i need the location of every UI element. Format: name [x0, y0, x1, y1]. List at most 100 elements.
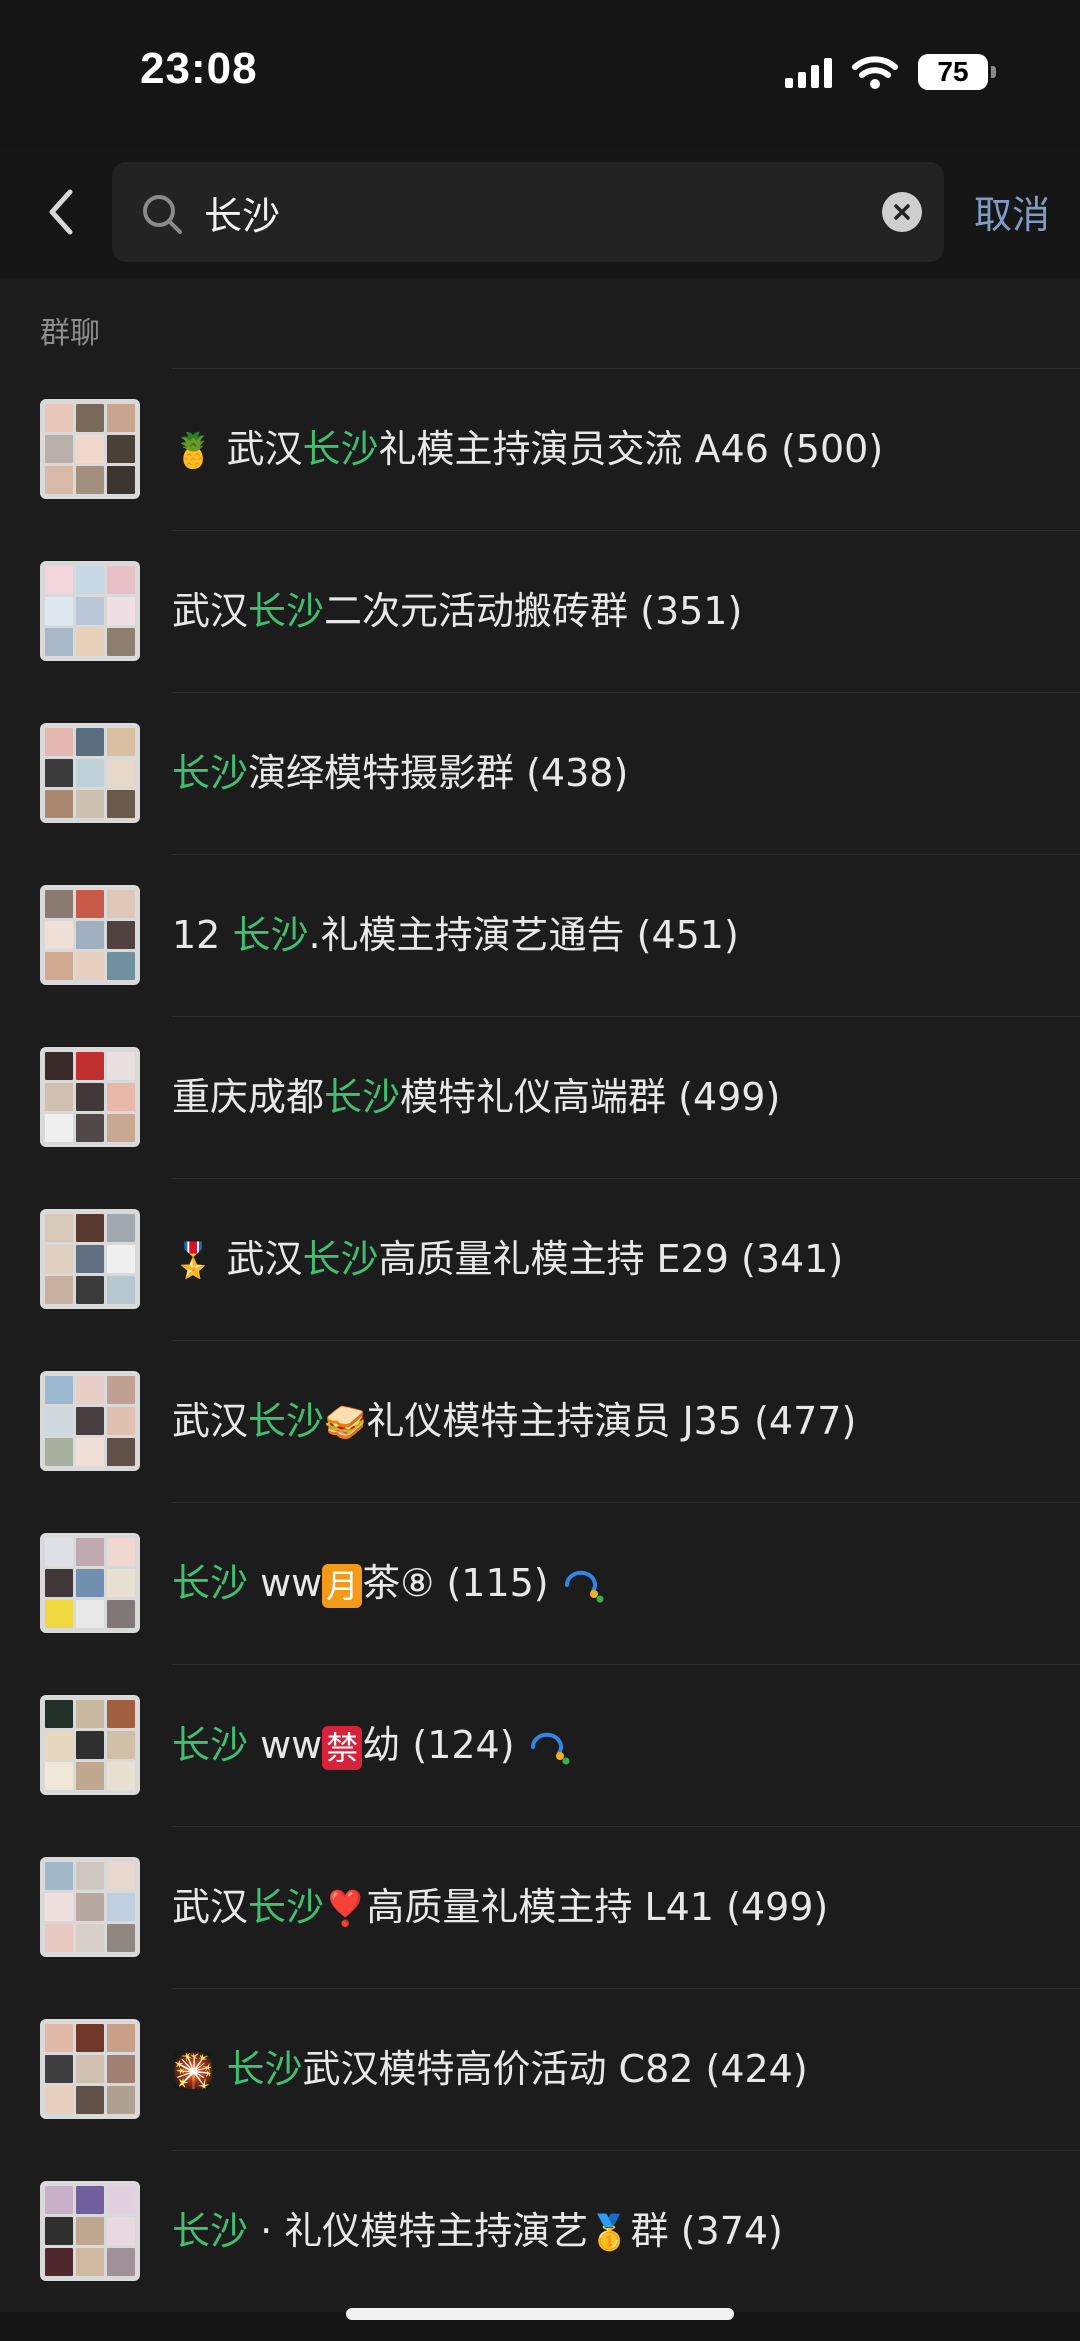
avatar-tile — [45, 1407, 73, 1435]
avatar-tile — [45, 1052, 73, 1080]
search-bar: 取消 — [0, 150, 1080, 278]
name-after: 高质量礼模主持 E29 — [378, 1237, 729, 1281]
highlight-keyword: 长沙 — [248, 1885, 325, 1929]
group-name: 长沙 ww 禁幼 (124) — [172, 1665, 571, 1826]
avatar-tile — [107, 2055, 135, 2083]
group-avatar — [40, 1047, 140, 1147]
avatar-tile — [45, 2055, 73, 2083]
search-box[interactable] — [112, 162, 944, 262]
avatar-tile — [107, 566, 135, 594]
divider-mask — [0, 1178, 172, 1179]
avatar-tile — [45, 1245, 73, 1273]
avatar-tile — [76, 1214, 104, 1242]
avatar-tile — [76, 2086, 104, 2114]
avatar-tile — [45, 1731, 73, 1759]
group-row[interactable]: 🎇 长沙武汉模特高价活动 C82 (424) — [0, 1988, 1080, 2150]
name-before: 武汉 — [226, 427, 303, 471]
group-name: 12 长沙.礼模主持演艺通告 (451) — [172, 855, 739, 1016]
group-avatar — [40, 723, 140, 823]
avatar-tile — [76, 404, 104, 432]
avatar-tile — [45, 2217, 73, 2245]
inline-emoji: ❣️ — [324, 1889, 367, 1929]
avatar-tile — [107, 1276, 135, 1304]
avatar-tile — [45, 890, 73, 918]
avatar-tile — [76, 1600, 104, 1628]
group-row[interactable]: 长沙 ww 月茶⑧ (115) — [0, 1502, 1080, 1664]
divider-mask — [0, 1340, 172, 1341]
highlight-keyword: 长沙 — [248, 1399, 325, 1443]
group-avatar — [40, 885, 140, 985]
name-before: 武汉 — [226, 1237, 303, 1281]
avatar-tile — [45, 759, 73, 787]
group-row[interactable]: 🍍 武汉长沙礼模主持演员交流 A46 (500) — [0, 368, 1080, 530]
group-avatar — [40, 1857, 140, 1957]
group-row[interactable]: 武汉长沙二次元活动搬砖群 (351) — [0, 530, 1080, 692]
avatar-tile — [107, 1893, 135, 1921]
avatar-tile — [107, 952, 135, 980]
avatar-tile — [45, 628, 73, 656]
avatar-tile — [45, 1083, 73, 1111]
name-after: 模特礼仪高端群 — [400, 1075, 667, 1119]
avatar-tile — [107, 597, 135, 625]
avatar-tile — [107, 2086, 135, 2114]
avatar-tile — [107, 1762, 135, 1790]
group-name: 武汉长沙❣️高质量礼模主持 L41 (499) — [172, 1827, 828, 1988]
back-button[interactable] — [40, 182, 80, 242]
avatar-tile — [107, 435, 135, 463]
home-indicator[interactable] — [346, 2308, 734, 2320]
search-input[interactable] — [204, 162, 844, 262]
member-count: (374) — [668, 2209, 783, 2253]
group-row[interactable]: 长沙演绎模特摄影群 (438) — [0, 692, 1080, 854]
avatar-tile — [76, 1438, 104, 1466]
member-count: (451) — [624, 913, 739, 957]
chevron-left-icon — [49, 189, 73, 235]
name-after: 茶⑧ — [362, 1561, 435, 1605]
avatar-tile — [76, 790, 104, 818]
battery-icon: 75 — [918, 54, 996, 90]
group-row[interactable]: 12 长沙.礼模主持演艺通告 (451) — [0, 854, 1080, 1016]
divider-mask — [0, 1826, 172, 1827]
member-count: (500) — [768, 427, 884, 471]
avatar-tile — [76, 1731, 104, 1759]
clear-search-icon[interactable] — [882, 192, 922, 232]
highlight-keyword: 长沙 — [232, 913, 309, 957]
avatar-tile — [107, 628, 135, 656]
group-row[interactable]: 长沙 · 礼仪模特主持演艺🥇群 (374) — [0, 2150, 1080, 2312]
avatar-tile — [76, 759, 104, 787]
highlight-keyword: 长沙 — [172, 1561, 249, 1605]
avatar-tile — [76, 1893, 104, 1921]
group-row[interactable]: 长沙 ww 禁幼 (124) — [0, 1664, 1080, 1826]
member-count: (438) — [514, 751, 629, 795]
member-count: (424) — [693, 2047, 808, 2091]
avatar-tile — [45, 2186, 73, 2214]
group-row[interactable]: 重庆成都长沙模特礼仪高端群 (499) — [0, 1016, 1080, 1178]
member-count: (499) — [713, 1885, 829, 1929]
section-header: 群聊 — [0, 278, 1080, 368]
avatar-tile — [107, 1083, 135, 1111]
avatar-tile — [76, 566, 104, 594]
cancel-button[interactable]: 取消 — [974, 184, 1050, 239]
avatar-tile — [76, 2024, 104, 2052]
name-after: · 礼仪模特主持演艺 — [248, 2209, 589, 2253]
group-row[interactable]: 武汉长沙❣️高质量礼模主持 L41 (499) — [0, 1826, 1080, 1988]
avatar-tile — [76, 597, 104, 625]
avatar-tile — [45, 1893, 73, 1921]
highlight-keyword: 长沙 — [226, 2047, 303, 2091]
avatar-tile — [45, 728, 73, 756]
wecom-group-icon — [564, 1570, 604, 1602]
group-avatar — [40, 399, 140, 499]
battery-level: 75 — [937, 56, 969, 87]
group-row[interactable]: 🎖️ 武汉长沙高质量礼模主持 E29 (341) — [0, 1178, 1080, 1340]
emoji-badge: 禁 — [322, 1725, 363, 1770]
search-icon — [143, 195, 182, 234]
wecom-group-icon — [530, 1732, 570, 1764]
prefix-emoji: 🎖️ — [172, 1241, 215, 1281]
group-name: 武汉长沙🥪礼仪模特主持演员 J35 (477) — [172, 1341, 856, 1502]
avatar-tile — [45, 2086, 73, 2114]
avatar-tile — [45, 921, 73, 949]
emoji-badge: 月 — [322, 1563, 363, 1608]
group-avatar — [40, 1209, 140, 1309]
group-row[interactable]: 武汉长沙🥪礼仪模特主持演员 J35 (477) — [0, 1340, 1080, 1502]
